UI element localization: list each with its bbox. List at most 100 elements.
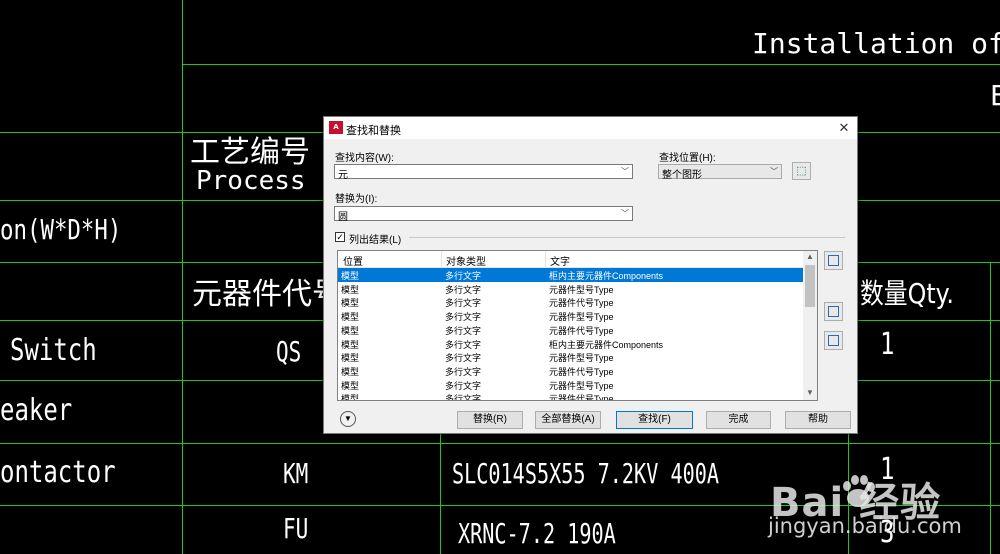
dialog-title: 查找和替换 xyxy=(346,125,401,137)
row-text: 元器件型号Type xyxy=(549,312,614,323)
find-replace-dialog: A 查找和替换 ✕ 查找内容(W): 元 ﹀ 查找位置(H): 整个图形 ﹀ ⬚… xyxy=(323,116,858,434)
replace-label: 替换为(I): xyxy=(335,194,378,205)
row-text: 元器件代号Type xyxy=(549,298,614,309)
scroll-down-icon[interactable]: ▼ xyxy=(803,388,817,397)
row-type: 多行文字 xyxy=(445,353,482,364)
km-code: KM xyxy=(283,457,309,490)
process-label-cn: 工艺编号 xyxy=(190,135,310,170)
row-partial-text: E xyxy=(990,79,1000,112)
table-row[interactable]: 模型 多行文字 元器件型号Type xyxy=(338,378,804,392)
chevron-down-icon[interactable]: ﹀ xyxy=(618,207,632,220)
list-results-label: 列出结果(L) xyxy=(349,235,402,246)
row-location: 模型 xyxy=(341,284,360,295)
row-location: 模型 xyxy=(341,366,360,377)
results-list[interactable]: 位置 对象类型 文字 模型 多行文字 柜内主要元器件Components 模型 多行文… xyxy=(337,250,818,401)
replace-input-value: 圆 xyxy=(338,212,348,223)
row-text: 元器件代号Type xyxy=(549,366,614,377)
done-button[interactable]: 完成 xyxy=(706,411,771,429)
select-objects-icon: ⬚ xyxy=(796,165,807,177)
zoom-to-selected-button[interactable] xyxy=(824,251,843,270)
chevron-down-icon[interactable]: ﹀ xyxy=(767,165,781,178)
find-in-select[interactable]: 整个图形 ﹀ xyxy=(658,164,782,181)
zoom-icon xyxy=(828,255,839,266)
row-text: 元器件型号Type xyxy=(549,380,614,391)
table-row[interactable]: 模型 多行文字 柜内主要元器件Components xyxy=(338,268,804,282)
table-row[interactable]: 模型 多行文字 元器件型号Type xyxy=(338,282,804,296)
table-row[interactable]: 模型 多行文字 元器件代号Type xyxy=(338,295,804,309)
grid-line xyxy=(182,0,183,554)
row-type: 多行文字 xyxy=(445,312,482,323)
row-text: 元器件型号Type xyxy=(549,284,614,295)
column-divider xyxy=(545,251,546,267)
column-divider xyxy=(441,251,442,267)
create-selection-set-button[interactable] xyxy=(824,302,843,321)
km-spec: SLC014S5X55 7.2KV 400A xyxy=(452,457,720,490)
grid-line xyxy=(182,64,1000,65)
row-text: 元器件代号Type xyxy=(549,394,614,401)
selection-set-icon xyxy=(828,306,839,317)
table-row[interactable]: 模型 多行文字 元器件型号Type xyxy=(338,350,804,364)
results-header: 位置 对象类型 文字 xyxy=(338,251,804,268)
row-location: 模型 xyxy=(341,339,360,350)
dimension-label: on(W*D*H) xyxy=(0,213,122,246)
table-row[interactable]: 模型 多行文字 元器件代号Type xyxy=(338,391,804,401)
row-type: 多行文字 xyxy=(445,271,482,281)
row-type: 多行文字 xyxy=(445,339,482,350)
scroll-up-icon[interactable]: ▲ xyxy=(803,252,817,261)
expand-options-icon[interactable]: ▼ xyxy=(340,411,356,427)
row-text: 柜内主要元器件Components xyxy=(549,271,664,281)
contactor-label: ontactor xyxy=(0,455,116,490)
scrollbar-thumb[interactable] xyxy=(805,265,815,307)
find-input[interactable]: 元 ﹀ xyxy=(334,164,633,181)
row-location: 模型 xyxy=(341,325,360,336)
component-code-label: 元器件代号 xyxy=(192,277,342,312)
row-type: 多行文字 xyxy=(445,394,482,401)
column-header-location[interactable]: 位置 xyxy=(343,253,363,268)
row-type: 多行文字 xyxy=(445,284,482,295)
grid-line xyxy=(0,443,1000,444)
qty-qs: 1 xyxy=(880,327,895,362)
add-to-selection-set-button[interactable] xyxy=(824,331,843,350)
process-label-en: Process xyxy=(196,166,306,196)
row-type: 多行文字 xyxy=(445,298,482,309)
row-type: 多行文字 xyxy=(445,366,482,377)
replace-input[interactable]: 圆 ﹀ xyxy=(334,206,633,223)
close-icon[interactable]: ✕ xyxy=(835,119,853,137)
find-label: 查找内容(W): xyxy=(335,153,394,164)
find-button[interactable]: 查找(F) xyxy=(616,411,693,429)
paw-icon xyxy=(843,475,875,507)
row-text: 元器件型号Type xyxy=(549,353,614,364)
row-type: 多行文字 xyxy=(445,380,482,391)
table-row[interactable]: 模型 多行文字 元器件代号Type xyxy=(338,323,804,337)
replace-all-button[interactable]: 全部替换(A) xyxy=(535,411,601,429)
chevron-down-icon[interactable]: ﹀ xyxy=(618,165,632,178)
row-location: 模型 xyxy=(341,312,360,323)
row-text: 元器件代号Type xyxy=(549,325,614,336)
table-row[interactable]: 模型 多行文字 元器件代号Type xyxy=(338,364,804,378)
watermark-url: jingyan.baidu.com xyxy=(768,514,962,538)
find-in-value: 整个图形 xyxy=(662,170,702,181)
list-results-checkbox[interactable]: ✓ xyxy=(335,232,345,242)
dialog-titlebar[interactable]: A 查找和替换 ✕ xyxy=(324,117,857,139)
row-location: 模型 xyxy=(341,298,360,309)
column-header-type[interactable]: 对象类型 xyxy=(446,253,486,268)
select-objects-button[interactable]: ⬚ xyxy=(792,162,811,180)
fu-code: FU xyxy=(283,512,309,545)
table-row[interactable]: 模型 多行文字 柜内主要元器件Components xyxy=(338,337,804,351)
section-divider xyxy=(409,237,845,238)
table-row[interactable]: 模型 多行文字 元器件型号Type xyxy=(338,309,804,323)
installation-title: Installation of xyxy=(752,27,1000,60)
autocad-app-icon: A xyxy=(329,121,343,134)
help-button[interactable]: 帮助 xyxy=(785,411,851,429)
row-location: 模型 xyxy=(341,394,360,401)
row-location: 模型 xyxy=(341,353,360,364)
column-header-text[interactable]: 文字 xyxy=(550,253,570,268)
row-location: 模型 xyxy=(341,380,360,391)
fu-spec: XRNC-7.2 190A xyxy=(458,517,616,550)
breaker-label: eaker xyxy=(0,393,73,428)
row-location: 模型 xyxy=(341,271,360,281)
selection-set-add-icon xyxy=(828,335,839,346)
results-scrollbar[interactable]: ▲ ▼ xyxy=(803,251,817,400)
qs-code: QS xyxy=(276,335,302,368)
replace-button[interactable]: 替换(R) xyxy=(457,411,523,429)
